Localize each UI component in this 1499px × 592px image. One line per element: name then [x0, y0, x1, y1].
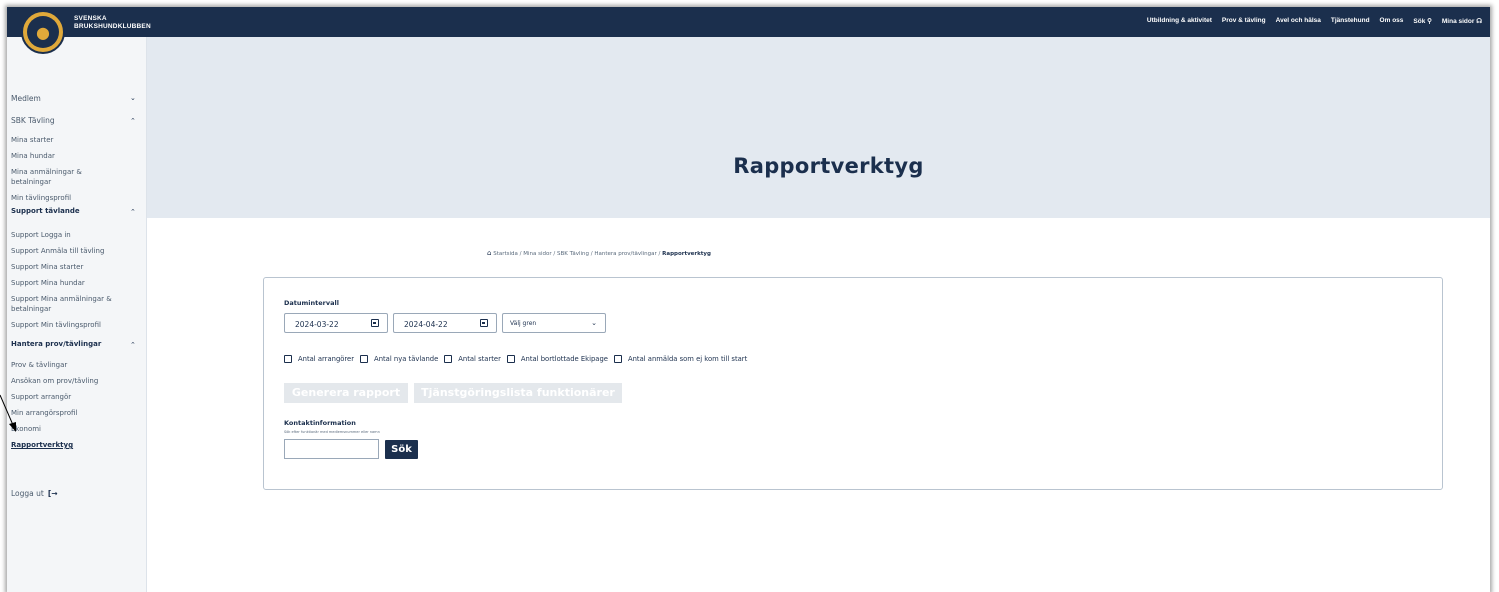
search-button[interactable]: Sök	[385, 440, 418, 459]
checkbox-label: Antal anmälda som ej kom till start	[627, 355, 748, 363]
nav-sok[interactable]: Sök ⚲	[1413, 17, 1432, 25]
hero-banner: Rapportverktyg	[147, 37, 1490, 218]
user-icon: ☊	[1476, 18, 1482, 25]
dog-emblem-icon: ●	[27, 16, 59, 48]
nav-tjanstehund[interactable]: Tjänstehund	[1331, 17, 1370, 25]
chevron-up-icon[interactable]: ⌃	[130, 341, 136, 349]
nav-utbildning[interactable]: Utbildning & aktivitet	[1147, 17, 1212, 25]
checkbox-label: Antal starter	[458, 355, 501, 363]
checkbox-group: Antal arrangörer Antal nya tävlande Anta…	[284, 355, 753, 363]
nav-om-oss[interactable]: Om oss	[1380, 17, 1404, 25]
logout-icon: [→	[47, 489, 58, 498]
gren-select[interactable]: Välj gren ⌄	[502, 313, 606, 333]
nav-prov-tavling[interactable]: Prov & tävling	[1222, 17, 1266, 25]
checkbox-starter[interactable]	[444, 355, 453, 363]
sidebar-item-rapportverktyg[interactable]: Rapportverktyg	[11, 441, 73, 449]
generate-report-button[interactable]: Generera rapport	[284, 383, 408, 403]
top-bar: Utbildning & aktivitet Prov & tävling Av…	[7, 7, 1490, 47]
date-from-field[interactable]: 2024-03-22	[284, 313, 388, 333]
nav-avel-halsa[interactable]: Avel och hälsa	[1276, 17, 1321, 25]
browser-frame: Utbildning & aktivitet Prov & tävling Av…	[7, 7, 1490, 592]
search-icon: ⚲	[1427, 18, 1432, 25]
date-to-field[interactable]: 2024-04-22	[393, 313, 497, 333]
logout-link[interactable]: Logga ut [→	[11, 489, 58, 498]
chevron-up-icon[interactable]: ⌃	[130, 117, 136, 125]
contact-info-label: Kontaktinformation	[284, 419, 356, 427]
annotation-arrow	[0, 394, 16, 432]
contact-hint: Sök efter funktionär med medlemsnummer e…	[284, 430, 380, 434]
breadcrumb: ⌂ Startsida / Mina sidor / SBK Tävling /…	[487, 249, 711, 257]
brand-name[interactable]: SVENSKA BRUKSHUNDKLUBBEN	[74, 15, 151, 31]
checkbox-label: Antal bortlottade Ekipage	[520, 355, 608, 363]
checkbox-label: Antal arrangörer	[298, 355, 355, 363]
date-range-label: Datumintervall	[284, 299, 339, 307]
report-form-card: Datumintervall 2024-03-22 2024-04-22 Väl…	[263, 277, 1443, 490]
nav-mina-sidor[interactable]: Mina sidor ☊	[1442, 17, 1482, 25]
checkbox-nya-tavlande[interactable]	[360, 355, 369, 363]
checkbox-arrangorer[interactable]	[284, 355, 292, 363]
chevron-up-icon[interactable]: ⌃	[130, 208, 136, 216]
checkbox-label: Antal nya tävlande	[374, 355, 439, 363]
chevron-down-icon: ⌄	[591, 319, 597, 327]
contact-search-input[interactable]	[284, 439, 379, 459]
calendar-icon[interactable]	[480, 319, 488, 327]
chevron-down-icon[interactable]: ⌄	[130, 94, 136, 102]
tjanstgoringslista-button[interactable]: Tjänstgöringslista funktionärer	[414, 383, 622, 403]
checkbox-ej-start[interactable]	[613, 355, 622, 363]
page-title: Rapportverktyg	[733, 154, 924, 178]
home-icon[interactable]: ⌂	[487, 249, 491, 257]
club-logo[interactable]: ●	[21, 10, 65, 54]
calendar-icon[interactable]	[371, 319, 379, 327]
main-nav: Utbildning & aktivitet Prov & tävling Av…	[1147, 17, 1482, 25]
checkbox-bortlottade[interactable]	[506, 355, 515, 363]
